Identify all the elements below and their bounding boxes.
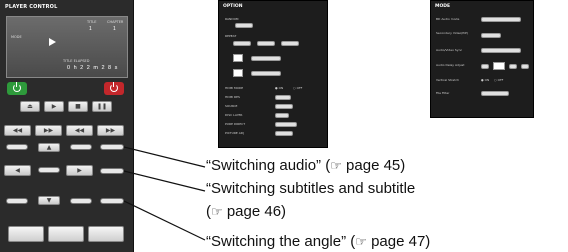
callout-switching-angle: “Switching the angle” (☞ page 47) <box>206 233 430 250</box>
page-reference-icon: ☞ <box>211 204 223 219</box>
callout-switching-subtitles: “Switching subtitles and subtitle <box>206 180 415 197</box>
callout-text: “Switching the angle” ( <box>206 233 356 250</box>
callout-text: “Switching audio” ( <box>206 157 331 174</box>
callout-page: page 46) <box>222 203 287 220</box>
page-reference-icon: ☞ <box>355 234 367 249</box>
audio-leader-line <box>123 146 206 168</box>
callout-switching-audio: “Switching audio” (☞ page 45) <box>206 157 405 174</box>
page-reference-icon: ☞ <box>330 158 342 173</box>
callout-page: page 47) <box>366 233 431 250</box>
callout-page: page 45) <box>341 157 406 174</box>
callout-text: “Switching subtitles and subtitle <box>206 180 416 197</box>
angle-leader-line <box>123 200 206 241</box>
subtitle-leader-line <box>123 170 206 192</box>
callout-subtitles-page: (☞ page 46) <box>206 203 286 220</box>
